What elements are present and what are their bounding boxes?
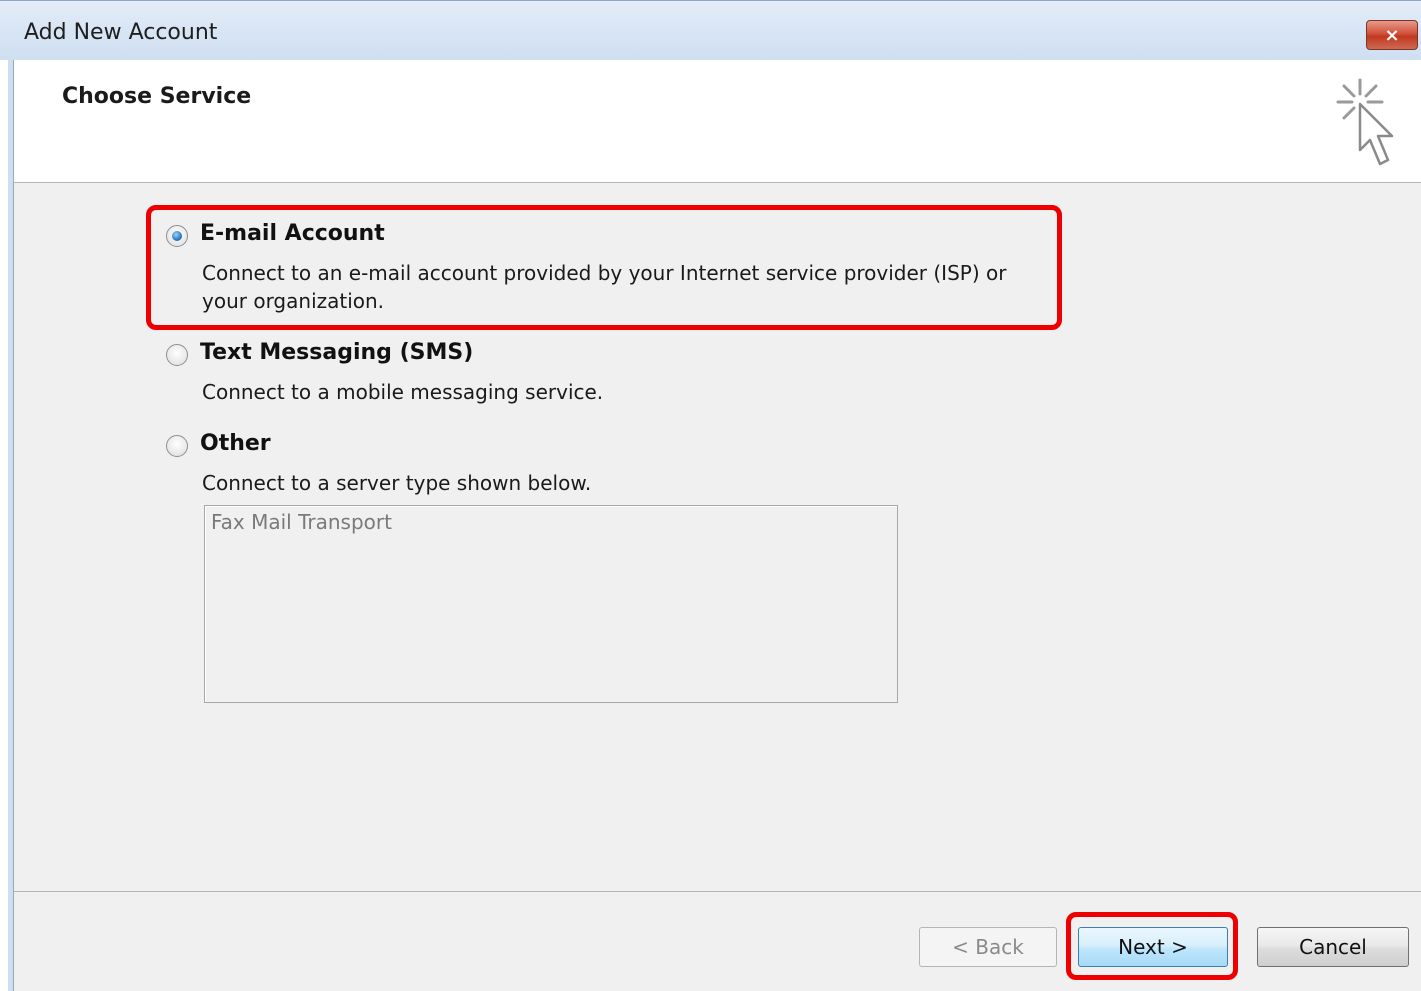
text-messaging-label: Text Messaging (SMS) <box>200 340 474 365</box>
wizard-header: Choose Service <box>14 60 1421 183</box>
server-type-item[interactable]: Fax Mail Transport <box>211 510 392 534</box>
window-title: Add New Account <box>24 20 218 45</box>
other-radio[interactable] <box>166 435 188 457</box>
other-label: Other <box>200 431 271 456</box>
close-icon: × <box>1384 24 1400 46</box>
cancel-button[interactable]: Cancel <box>1257 927 1409 967</box>
email-account-radio[interactable] <box>166 225 188 247</box>
email-account-label: E-mail Account <box>200 221 385 246</box>
other-description: Connect to a server type shown below. <box>202 471 592 495</box>
wizard-footer: < Back Next > Cancel <box>14 891 1421 991</box>
text-messaging-radio[interactable] <box>166 344 188 366</box>
close-button[interactable]: × <box>1366 20 1418 50</box>
page-title: Choose Service <box>62 84 252 109</box>
text-messaging-description: Connect to a mobile messaging service. <box>202 380 604 404</box>
back-button[interactable]: < Back <box>919 927 1057 967</box>
add-new-account-dialog: Add New Account × Choose Service E-mail … <box>0 0 1421 991</box>
wizard-body: E-mail Account Connect to an e-mail acco… <box>14 183 1421 891</box>
server-type-listbox[interactable]: Fax Mail Transport <box>204 505 898 703</box>
email-account-description: Connect to an e-mail account provided by… <box>202 261 1007 313</box>
title-bar[interactable]: Add New Account × <box>0 0 1421 60</box>
wizard-cursor-icon <box>1336 78 1394 166</box>
next-button[interactable]: Next > <box>1078 927 1228 967</box>
